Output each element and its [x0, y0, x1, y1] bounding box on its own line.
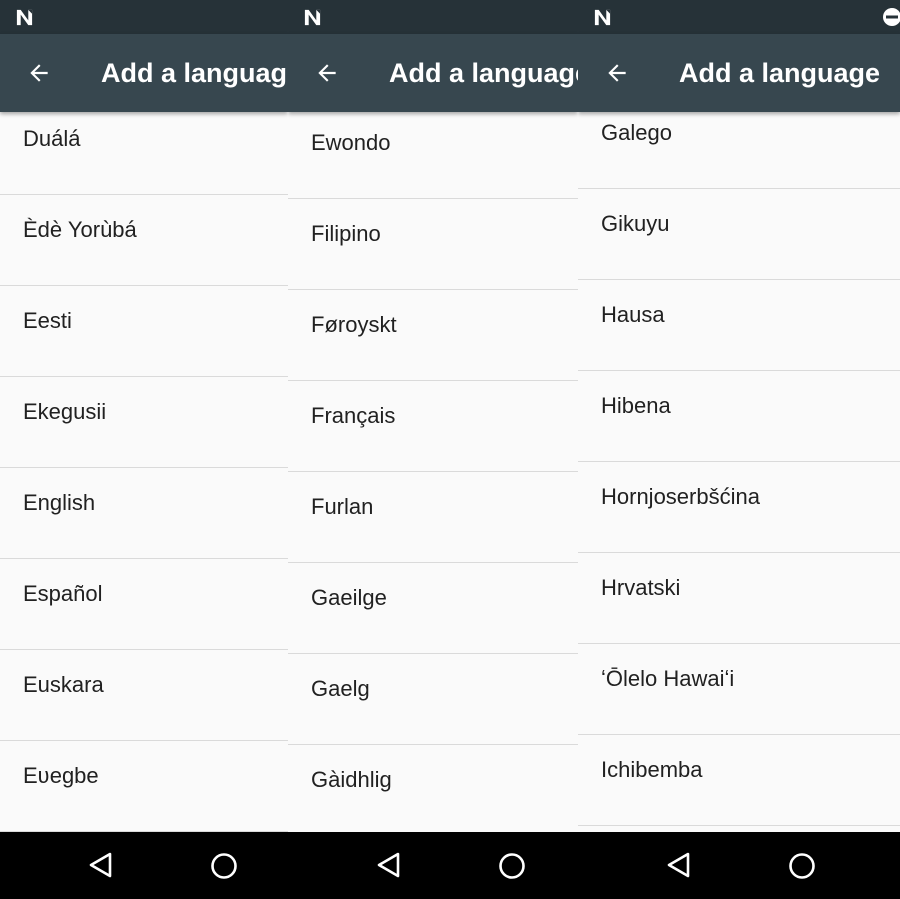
language-label: Filipino: [311, 221, 381, 246]
list-item[interactable]: Galego: [578, 112, 900, 189]
language-label: Hornjoserbšćina: [601, 484, 760, 509]
navigation-bar: [0, 832, 288, 899]
list-item[interactable]: Ichibemba: [578, 735, 900, 826]
language-label: Gaeilge: [311, 585, 387, 610]
language-label: Eʋegbe: [23, 763, 99, 788]
language-label: ʻŌlelo Hawaiʻi: [601, 666, 735, 691]
nav-back-icon[interactable]: [375, 851, 403, 879]
screen-panel-3: Add a language Galego Gikuyu Hausa Hiben…: [578, 0, 900, 899]
nav-home-icon[interactable]: [210, 852, 238, 880]
list-item[interactable]: Duálá: [0, 112, 288, 195]
list-item[interactable]: Français: [288, 381, 578, 472]
list-item[interactable]: Euskara: [0, 650, 288, 741]
android-n-icon: [594, 9, 611, 26]
list-item[interactable]: Eesti: [0, 286, 288, 377]
android-n-icon: [16, 9, 33, 26]
language-label: Gaelg: [311, 676, 370, 701]
page-title: Add a language: [389, 58, 578, 88]
list-item[interactable]: Èdè Yorùbá: [0, 195, 288, 286]
app-bar: Add a language: [0, 34, 288, 112]
list-item[interactable]: Filipino: [288, 199, 578, 290]
language-label: Føroyskt: [311, 312, 397, 337]
list-item[interactable]: Eʋegbe: [0, 741, 288, 832]
list-item[interactable]: Gikuyu: [578, 189, 900, 280]
nav-home-icon[interactable]: [788, 852, 816, 880]
list-item[interactable]: Español: [0, 559, 288, 650]
language-label: Hrvatski: [601, 575, 681, 600]
list-item[interactable]: Furlan: [288, 472, 578, 563]
status-bar: [0, 0, 288, 34]
nav-back-icon[interactable]: [87, 851, 115, 879]
language-label: Euskara: [23, 672, 104, 697]
language-label: Español: [23, 581, 103, 606]
language-label: Furlan: [311, 494, 374, 519]
language-label: English: [23, 490, 96, 515]
language-label: Duálá: [23, 126, 81, 151]
screen-panel-2: Add a language Ewondo Filipino Føroyskt …: [288, 0, 578, 899]
arrow-back-icon[interactable]: [604, 60, 630, 86]
nav-back-icon[interactable]: [665, 851, 693, 879]
language-label: Français: [311, 403, 396, 428]
language-list[interactable]: Ewondo Filipino Føroyskt Français Furlan…: [288, 112, 578, 832]
language-label: Gàidhlig: [311, 767, 392, 792]
language-label: Ewondo: [311, 130, 391, 155]
arrow-back-icon[interactable]: [314, 60, 340, 86]
list-item[interactable]: Hausa: [578, 280, 900, 371]
list-item[interactable]: Gaelg: [288, 654, 578, 745]
list-item[interactable]: Føroyskt: [288, 290, 578, 381]
android-n-icon: [304, 9, 321, 26]
list-item[interactable]: Ekegusii: [0, 377, 288, 468]
list-item[interactable]: Hornjoserbšćina: [578, 462, 900, 553]
language-label: Hausa: [601, 302, 665, 327]
list-item[interactable]: Gaeilge: [288, 563, 578, 654]
language-label: Gikuyu: [601, 211, 670, 236]
language-label: Hibena: [601, 393, 671, 418]
page-title: Add a language: [679, 58, 881, 88]
screen-panel-1: Add a language Duálá Èdè Yorùbá Eesti Ek…: [0, 0, 288, 899]
list-item[interactable]: ʻŌlelo Hawaiʻi: [578, 644, 900, 735]
navigation-bar: [578, 832, 900, 899]
app-bar: Add a language: [288, 34, 578, 112]
language-label: Galego: [601, 120, 672, 145]
app-bar: Add a language: [578, 34, 900, 112]
do-not-disturb-icon: [883, 8, 900, 26]
list-item[interactable]: English: [0, 468, 288, 559]
nav-home-icon[interactable]: [498, 852, 526, 880]
status-bar: [578, 0, 900, 34]
arrow-back-icon[interactable]: [26, 60, 52, 86]
list-item[interactable]: Gàidhlig: [288, 745, 578, 832]
language-list[interactable]: Duálá Èdè Yorùbá Eesti Ekegusii English …: [0, 112, 288, 832]
language-label: Èdè Yorùbá: [23, 217, 137, 242]
language-label: Ichibemba: [601, 757, 703, 782]
page-title: Add a language: [101, 58, 288, 88]
list-item[interactable]: Hibena: [578, 371, 900, 462]
list-item[interactable]: Hrvatski: [578, 553, 900, 644]
language-label: Eesti: [23, 308, 72, 333]
navigation-bar: [288, 832, 578, 899]
language-label: Ekegusii: [23, 399, 107, 424]
language-list[interactable]: Galego Gikuyu Hausa Hibena Hornjoserbšći…: [578, 112, 900, 832]
status-bar: [288, 0, 578, 34]
list-item[interactable]: Ewondo: [288, 112, 578, 199]
